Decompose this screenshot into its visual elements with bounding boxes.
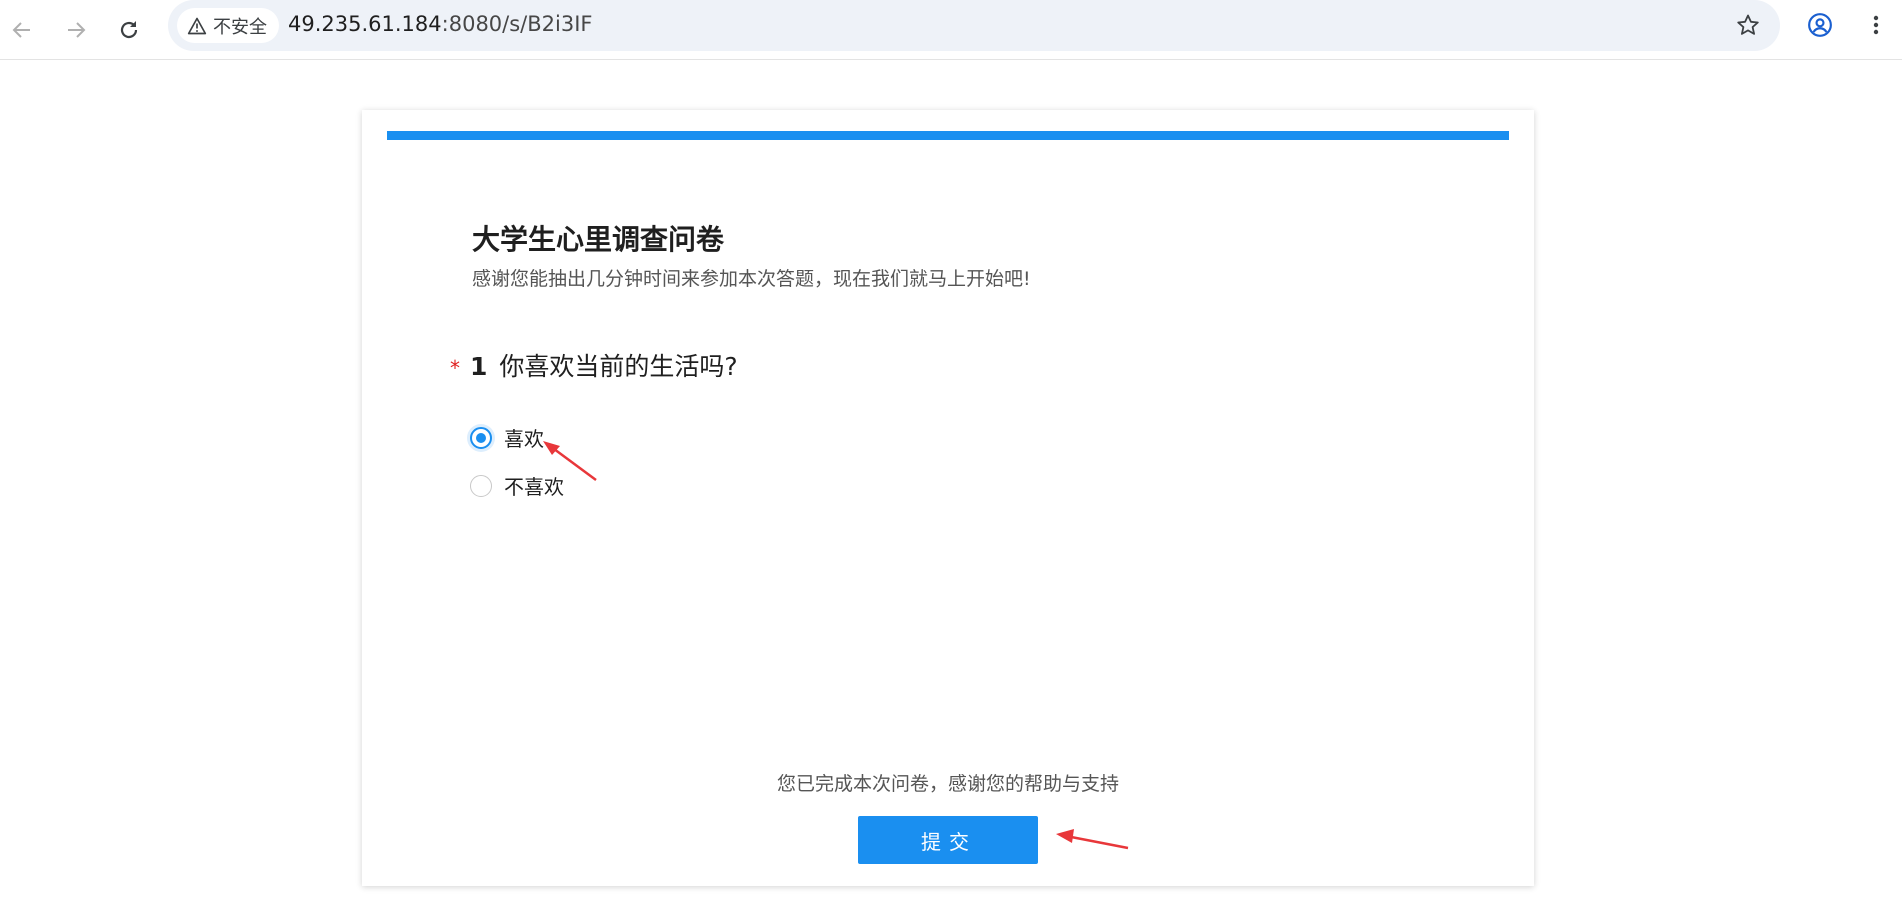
address-bar[interactable]: 不安全 49.235.61.184:8080/s/B2i3IF (168, 0, 1780, 51)
forward-button[interactable] (56, 10, 96, 50)
survey-subtitle: 感谢您能抽出几分钟时间来参加本次答题，现在我们就马上开始吧! (472, 268, 1031, 290)
option-label: 喜欢 (504, 427, 544, 451)
completion-message: 您已完成本次问卷，感谢您的帮助与支持 (776, 773, 1119, 795)
back-arrow-icon (12, 22, 30, 38)
question-number: 1 (470, 352, 488, 381)
radio-button[interactable] (470, 474, 492, 497)
account-circle-icon (1808, 13, 1832, 37)
radio-dot (476, 432, 486, 443)
security-label: 不安全 (213, 16, 267, 38)
question-text: 你喜欢当前的生活吗? (499, 352, 738, 381)
url-text[interactable]: 49.235.61.184:8080/s/B2i3IF (288, 12, 593, 36)
warning-icon (187, 17, 207, 34)
url-host: 49.235.61.184 (288, 12, 442, 36)
option-dislike[interactable]: 不喜欢 (470, 471, 564, 500)
profile-button[interactable] (1800, 5, 1840, 45)
more-vert-icon (1873, 15, 1879, 35)
security-chip[interactable]: 不安全 (177, 8, 279, 43)
survey-title: 大学生心里调查问卷 (472, 223, 725, 256)
progress-bar (387, 131, 1509, 140)
star-icon (1737, 14, 1759, 35)
required-mark: * (450, 356, 460, 380)
submit-button[interactable]: 提交 (858, 816, 1038, 864)
survey-card: 大学生心里调查问卷 感谢您能抽出几分钟时间来参加本次答题，现在我们就马上开始吧!… (362, 110, 1534, 886)
option-like[interactable]: 喜欢 (470, 423, 544, 452)
browser-toolbar: 不安全 49.235.61.184:8080/s/B2i3IF (0, 0, 1902, 60)
browser-menu-button[interactable] (1858, 5, 1894, 45)
url-path: :8080/s/B2i3IF (441, 12, 593, 36)
radio-button[interactable] (470, 426, 492, 449)
reload-button[interactable] (109, 10, 149, 50)
option-label: 不喜欢 (504, 475, 564, 499)
forward-arrow-icon (68, 22, 86, 38)
question-heading: * 1 你喜欢当前的生活吗? (450, 347, 738, 383)
back-button[interactable] (2, 10, 42, 50)
bookmark-button[interactable] (1728, 5, 1768, 45)
progress-bar-fill (387, 131, 1509, 140)
reload-icon (120, 21, 138, 39)
